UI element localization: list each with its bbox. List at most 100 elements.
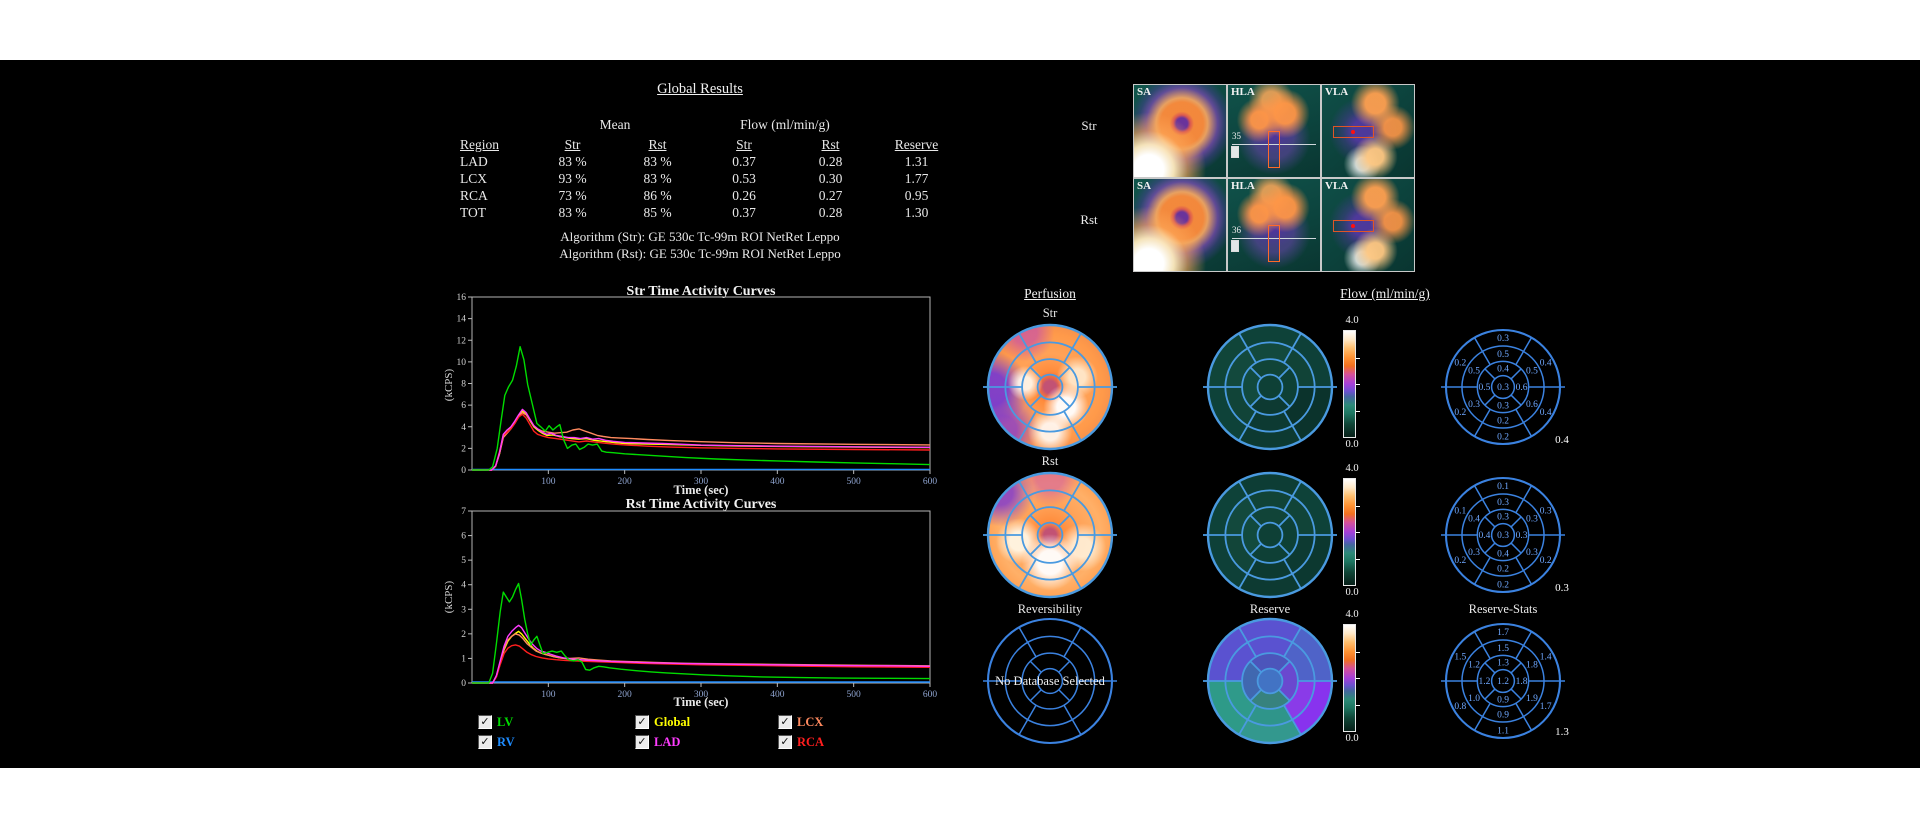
legend-label: LV — [497, 715, 513, 730]
legend-item-rv[interactable]: ✓RV — [478, 734, 515, 750]
legend-item-lad[interactable]: ✓ LAD — [635, 734, 680, 750]
svg-text:14: 14 — [457, 315, 467, 325]
segment-value: 0.4 — [1497, 550, 1509, 560]
segment-value: 0.1 — [1454, 507, 1466, 517]
spect-row-label-str: Str — [1064, 118, 1114, 134]
segment-value: 0.2 — [1540, 556, 1552, 566]
segment-value: 0.4 — [1540, 408, 1552, 418]
flow-rst-values-map: 0.10.30.20.20.20.10.30.30.30.20.30.40.30… — [1433, 465, 1573, 605]
svg-text:6: 6 — [461, 401, 466, 411]
table-cell: 83 % — [530, 153, 615, 170]
global-results-table-body: LAD83 %83 %0.370.281.31LCX93 %83 %0.530.… — [440, 153, 960, 221]
segment-value: 1.5 — [1497, 644, 1509, 654]
panel-label-hla: HLA — [1231, 86, 1255, 98]
table-row: LCX93 %83 %0.530.301.77 — [440, 170, 960, 187]
segment-value: 0.3 — [1497, 531, 1509, 541]
colorbar-min-label: 0.0 — [1337, 439, 1367, 450]
spect-image-grid: SA HLA 35 VLA SA HLA 36 VLA — [1133, 84, 1415, 272]
segment-value: 1.2 — [1468, 661, 1480, 671]
roi-box[interactable] — [1268, 225, 1279, 262]
mean-group-header: Mean — [530, 117, 700, 133]
slice-slider-handle[interactable] — [1231, 146, 1239, 158]
spect-panel-rst-hla: HLA 36 — [1227, 178, 1321, 272]
colorbar-tick — [1356, 705, 1360, 706]
segment-value: 0.3 — [1497, 513, 1509, 523]
segment-value: 0.4 — [1479, 531, 1491, 541]
col-header-rst-mean: Rst — [615, 136, 700, 153]
table-cell: LCX — [440, 170, 530, 187]
perfusion-rst-map-grid — [980, 465, 1120, 605]
slice-number-str: 35 — [1232, 131, 1241, 141]
segment-value: 0.3 — [1497, 383, 1509, 393]
legend-item-lv[interactable]: ✓ LV — [478, 714, 513, 730]
str-tac-ylabel: (kCPS) — [443, 359, 457, 411]
table-cell: 0.27 — [788, 187, 873, 204]
segment-value: 0.3 — [1497, 334, 1509, 344]
tac-curve-lad — [472, 409, 930, 470]
tac-curve-lcx — [472, 413, 930, 470]
legend-item-rca[interactable]: ✓ RCA — [778, 734, 824, 750]
colorbar-tick — [1356, 652, 1360, 653]
col-header-rst-flow: Rst — [788, 136, 873, 153]
legend-item-global[interactable]: ✓Global — [635, 714, 690, 730]
segment-value: 0.2 — [1497, 433, 1509, 443]
checkbox[interactable]: ✓ — [778, 715, 792, 729]
reserve-map — [1200, 611, 1340, 751]
segment-value: 0.3 — [1526, 548, 1538, 558]
svg-text:2: 2 — [461, 444, 466, 454]
segment-value: 0.2 — [1497, 417, 1509, 427]
tac-curve-lcx — [472, 634, 930, 683]
checkbox[interactable]: ✓ — [635, 715, 649, 729]
spect-panel-rst-vla: VLA — [1321, 178, 1415, 272]
roi-box[interactable] — [1333, 220, 1374, 231]
colorbar-max-label: 4.0 — [1337, 315, 1367, 326]
table-cell: 0.95 — [873, 187, 960, 204]
segment-value: 0.3 — [1516, 531, 1528, 541]
reserve-colorbar — [1343, 624, 1356, 732]
table-cell: 85 % — [615, 204, 700, 221]
roi-box[interactable] — [1333, 126, 1374, 137]
table-cell: 0.26 — [700, 187, 788, 204]
segment-value: 1.7 — [1497, 628, 1509, 638]
segment-value: 0.4 — [1468, 515, 1480, 525]
tac-curve-lv — [472, 347, 930, 470]
table-cell: LAD — [440, 153, 530, 170]
checkbox[interactable]: ✓ — [478, 715, 492, 729]
legend-label: LAD — [654, 735, 680, 750]
svg-text:12: 12 — [457, 336, 467, 346]
table-row: RCA73 %86 %0.260.270.95 — [440, 187, 960, 204]
legend-item-lcx[interactable]: ✓LCX — [778, 714, 823, 730]
slice-slider-handle[interactable] — [1231, 240, 1239, 252]
legend-label: RCA — [797, 735, 824, 750]
spect-panel-rst-sa: SA — [1133, 178, 1227, 272]
table-row: TOT83 %85 %0.370.281.30 — [440, 204, 960, 221]
perfusion-str-map-grid — [980, 317, 1120, 457]
colorbar-tick — [1356, 559, 1360, 560]
table-cell: 1.30 — [873, 204, 960, 221]
svg-text:4: 4 — [461, 581, 466, 591]
checkbox[interactable]: ✓ — [635, 735, 649, 749]
flow-header: Flow (ml/min/g) — [1290, 286, 1480, 302]
roi-box[interactable] — [1268, 131, 1279, 168]
col-header-str-flow: Str — [700, 136, 788, 153]
segment-value: 0.3 — [1540, 507, 1552, 517]
segment-value: 0.2 — [1497, 565, 1509, 575]
report-canvas: Global Results Mean Flow (ml/min/g) Regi… — [0, 60, 1920, 768]
segment-value: 0.9 — [1497, 711, 1509, 721]
panel-label-hla: HLA — [1231, 180, 1255, 192]
checkbox[interactable]: ✓ — [478, 735, 492, 749]
table-cell: 0.37 — [700, 204, 788, 221]
col-header-reserve: Reserve — [873, 136, 960, 153]
flow-group-header: Flow (ml/min/g) — [700, 117, 870, 133]
colorbar-tick — [1356, 678, 1360, 679]
global-results-title: Global Results — [440, 81, 960, 98]
table-cell: 1.31 — [873, 153, 960, 170]
colorbar-tick — [1356, 384, 1360, 385]
checkbox[interactable]: ✓ — [778, 735, 792, 749]
reserve-stats-values-map: 1.71.41.71.10.81.51.51.81.90.91.01.21.31… — [1433, 611, 1573, 751]
segment-value: 0.5 — [1468, 367, 1480, 377]
table-row: LAD83 %83 %0.370.281.31 — [440, 153, 960, 170]
segment-value: 0.2 — [1454, 359, 1466, 369]
segment-value: 1.2 — [1497, 677, 1509, 687]
table-cell: TOT — [440, 204, 530, 221]
